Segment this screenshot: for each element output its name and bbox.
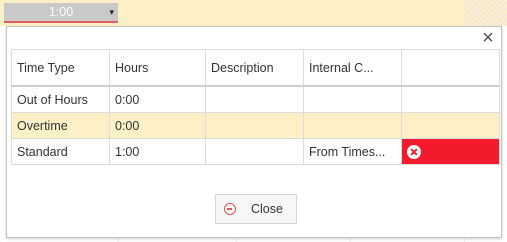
- table-header-row: Time Type Hours Description Internal C..…: [11, 49, 500, 87]
- cell-action: [401, 112, 500, 139]
- cell-internal-comment[interactable]: [303, 112, 402, 139]
- close-button-label: Close: [251, 202, 283, 216]
- chevron-down-icon[interactable]: ▾: [109, 3, 114, 21]
- close-icon[interactable]: ×: [480, 28, 496, 48]
- header-internal-comment[interactable]: Internal C...: [303, 49, 402, 87]
- delete-icon[interactable]: [407, 144, 421, 159]
- cell-description[interactable]: [205, 85, 304, 113]
- hours-cell-value: 1:00: [48, 5, 74, 19]
- cell-internal-comment-link[interactable]: From Times...: [303, 138, 402, 165]
- cell-hours[interactable]: 1:00: [109, 138, 206, 165]
- cell-hours[interactable]: 0:00: [109, 85, 206, 113]
- minus-circle-icon: [224, 203, 236, 215]
- cell-action: [401, 85, 500, 113]
- hours-cell-editor[interactable]: 1:00 ▾: [4, 3, 118, 23]
- table-row[interactable]: Overtime 0:00: [11, 112, 500, 139]
- header-time-type[interactable]: Time Type: [11, 49, 110, 87]
- background-hatch: [464, 0, 507, 26]
- cell-time-type: Overtime: [11, 112, 110, 139]
- table-row[interactable]: Out of Hours 0:00: [11, 85, 500, 113]
- table-row[interactable]: Standard 1:00 From Times...: [11, 138, 500, 165]
- cell-time-type: Standard: [11, 138, 110, 165]
- delete-row-button[interactable]: [401, 138, 500, 165]
- cell-time-type: Out of Hours: [11, 85, 110, 113]
- time-type-dialog: × Time Type Hours Description Internal C…: [6, 26, 502, 238]
- cell-description[interactable]: [205, 138, 304, 165]
- header-actions: [401, 49, 500, 87]
- header-hours[interactable]: Hours: [109, 49, 206, 87]
- time-type-table: Time Type Hours Description Internal C..…: [11, 49, 500, 165]
- cell-description[interactable]: [205, 112, 304, 139]
- header-description[interactable]: Description: [205, 49, 304, 87]
- close-button[interactable]: Close: [215, 194, 297, 224]
- cell-internal-comment[interactable]: [303, 85, 402, 113]
- cell-hours[interactable]: 0:00: [109, 112, 206, 139]
